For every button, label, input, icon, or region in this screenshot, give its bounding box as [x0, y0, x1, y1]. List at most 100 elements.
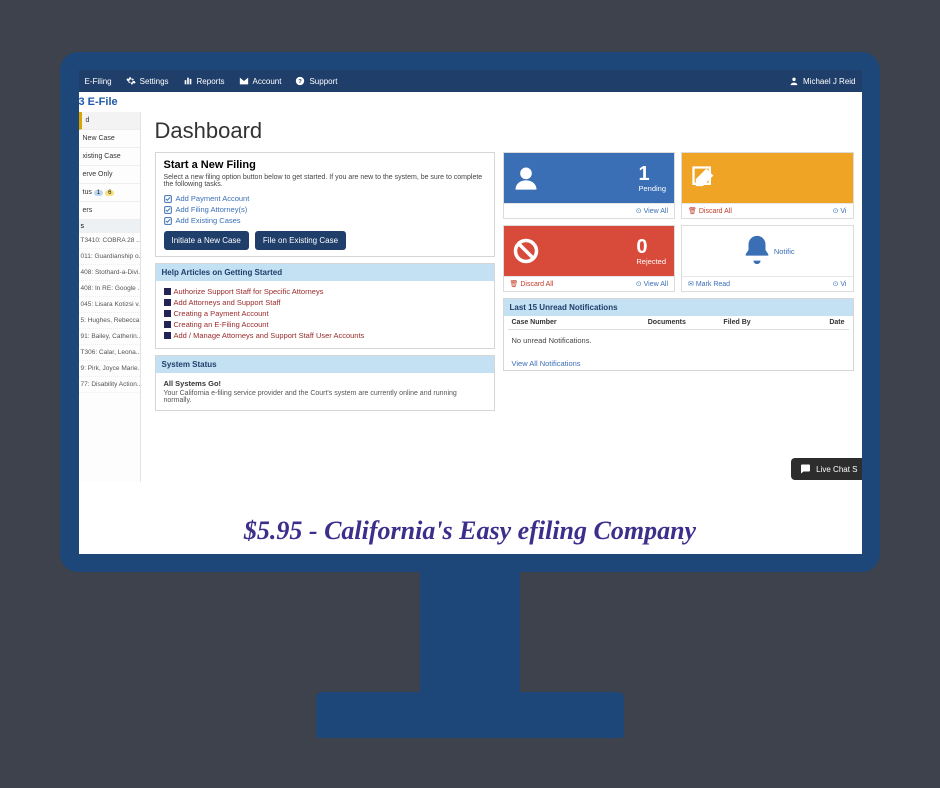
notif-side-label: Notific	[774, 247, 795, 256]
col-date: Date	[799, 319, 844, 326]
nav-label: Support	[309, 77, 337, 86]
system-ok: All Systems Go!	[164, 379, 486, 388]
sidebar-item-existing-case[interactable]: xisting Case	[79, 148, 140, 166]
recent-case-link[interactable]: T3410: COBRA 28 ...	[79, 233, 140, 249]
drafts-tile[interactable]: 🗑 Discard All ⊙ Vi	[681, 152, 854, 219]
question-icon: ?	[295, 76, 305, 86]
start-title: Start a New Filing	[164, 159, 486, 171]
top-navbar: E-Filing Settings Reports Account ? Supp…	[79, 70, 862, 92]
user-menu[interactable]: Michael J Reid	[789, 76, 855, 86]
user-icon	[512, 164, 540, 192]
task-add-payment[interactable]: Add Payment Account	[164, 194, 486, 203]
recent-case-link[interactable]: 045: Lisara Kotizsi v...	[79, 297, 140, 313]
check-icon	[164, 195, 172, 203]
check-icon	[164, 206, 172, 214]
view-all-notifications-link[interactable]: View All Notifications	[508, 355, 849, 370]
notifications-tile[interactable]: Notific ✉ Mark Read ⊙ Vi	[681, 225, 854, 292]
nav-account[interactable]: Account	[239, 76, 282, 86]
chat-icon	[799, 463, 811, 475]
nav-support[interactable]: ? Support	[295, 76, 337, 86]
sidebar-item-status[interactable]: tus 1 6	[79, 184, 140, 202]
col-documents: Documents	[648, 319, 724, 326]
recent-case-link[interactable]: 91: Bailey, Catherin...	[79, 329, 140, 345]
reports-icon	[183, 76, 193, 86]
pending-label: Pending	[638, 184, 666, 193]
marketing-tagline: $5.95 - California's Easy efiling Compan…	[79, 516, 862, 546]
sidebar: d New Case xisting Case erve Only tus 1 …	[79, 112, 141, 482]
recent-case-link[interactable]: 5: Hughes, Rebecca...	[79, 313, 140, 329]
user-icon	[789, 76, 799, 86]
start-filing-card: Start a New Filing Select a new filing o…	[155, 152, 495, 257]
file-existing-case-button[interactable]: File on Existing Case	[255, 231, 346, 250]
pending-view-all[interactable]: ⊙ View All	[636, 207, 668, 215]
notif-table-header: Case Number Documents Filed By Date	[508, 316, 849, 330]
initiate-new-case-button[interactable]: Initiate a New Case	[164, 231, 249, 250]
nav-label: Settings	[140, 77, 169, 86]
drafts-discard-all[interactable]: 🗑 Discard All	[688, 207, 732, 215]
live-chat-button[interactable]: Live Chat S	[791, 458, 861, 480]
check-icon	[164, 217, 172, 225]
doc-icon	[164, 321, 171, 328]
system-header: System Status	[156, 356, 494, 373]
page-title: Dashboard	[155, 118, 854, 144]
nav-label: Account	[253, 77, 282, 86]
bell-icon	[740, 233, 774, 267]
start-desc: Select a new filing option button below …	[164, 174, 486, 188]
pending-count: 1	[638, 164, 666, 184]
unread-notifications-card: Last 15 Unread Notifications Case Number…	[503, 298, 854, 371]
task-add-cases[interactable]: Add Existing Cases	[164, 216, 486, 225]
sidebar-item-users[interactable]: ers	[79, 202, 140, 220]
help-link[interactable]: Creating an E-Filing Account	[164, 320, 486, 329]
monitor-frame: E-Filing Settings Reports Account ? Supp…	[60, 52, 880, 572]
monitor-stand-base	[316, 692, 624, 738]
system-status-card: System Status All Systems Go! Your Calif…	[155, 355, 495, 411]
svg-text:?: ?	[299, 79, 303, 85]
gear-icon	[126, 76, 136, 86]
rejected-tile[interactable]: 0 Rejected 🗑 Discard All ⊙ View All	[503, 225, 676, 292]
recent-case-link[interactable]: 408: In RE: Google ...	[79, 281, 140, 297]
recent-case-link[interactable]: 9: Pirk, Joyce Marie...	[79, 361, 140, 377]
recent-case-link[interactable]: T306: Calar, Leona...	[79, 345, 140, 361]
pending-tile[interactable]: 1 Pending ⊙ View All	[503, 152, 676, 219]
recent-case-link[interactable]: 77: Disability Action...	[79, 377, 140, 393]
recent-case-link[interactable]: 011: Guardianship o...	[79, 249, 140, 265]
recent-case-link[interactable]: 408: Stothard-a-Divi...	[79, 265, 140, 281]
doc-icon	[164, 310, 171, 317]
doc-icon	[164, 332, 171, 339]
prohibited-icon	[512, 237, 540, 265]
rejected-view-all[interactable]: ⊙ View All	[636, 280, 668, 288]
help-articles-card: Help Articles on Getting Started Authori…	[155, 263, 495, 349]
help-link[interactable]: Creating a Payment Account	[164, 309, 486, 318]
brand-logo: 3 E-File	[79, 92, 862, 112]
system-msg: Your California e-filing service provide…	[164, 390, 486, 404]
col-filed-by: Filed By	[723, 319, 799, 326]
help-link[interactable]: Add Attorneys and Support Staff	[164, 298, 486, 307]
help-link[interactable]: Authorize Support Staff for Specific Att…	[164, 287, 486, 296]
doc-icon	[164, 299, 171, 306]
notif-empty: No unread Notifications.	[508, 330, 849, 355]
status-badge-yellow: 6	[105, 190, 114, 196]
doc-icon	[164, 288, 171, 295]
help-link[interactable]: Add / Manage Attorneys and Support Staff…	[164, 331, 486, 340]
help-header: Help Articles on Getting Started	[156, 264, 494, 281]
mark-read-link[interactable]: ✉ Mark Read	[688, 280, 730, 288]
drafts-view-all[interactable]: ⊙ Vi	[833, 207, 847, 215]
monitor-stand-neck	[420, 572, 520, 692]
sidebar-item-new-case[interactable]: New Case	[79, 130, 140, 148]
col-case-number: Case Number	[512, 319, 648, 326]
user-name: Michael J Reid	[803, 77, 855, 86]
sidebar-item-dashboard[interactable]: d	[79, 112, 140, 130]
nav-settings[interactable]: Settings	[126, 76, 169, 86]
rejected-discard-all[interactable]: 🗑 Discard All	[510, 280, 554, 288]
nav-efiling[interactable]: E-Filing	[85, 77, 112, 86]
notif-header: Last 15 Unread Notifications	[504, 299, 853, 316]
task-add-attorney[interactable]: Add Filing Attorney(s)	[164, 205, 486, 214]
screen: E-Filing Settings Reports Account ? Supp…	[79, 70, 862, 554]
status-badge-blue: 1	[94, 190, 103, 196]
rejected-count: 0	[636, 237, 666, 257]
notif-view-all[interactable]: ⊙ Vi	[833, 280, 847, 288]
sidebar-item-serve-only[interactable]: erve Only	[79, 166, 140, 184]
sidebar-recent-header: s	[79, 220, 140, 233]
envelope-icon	[239, 76, 249, 86]
nav-reports[interactable]: Reports	[183, 76, 225, 86]
